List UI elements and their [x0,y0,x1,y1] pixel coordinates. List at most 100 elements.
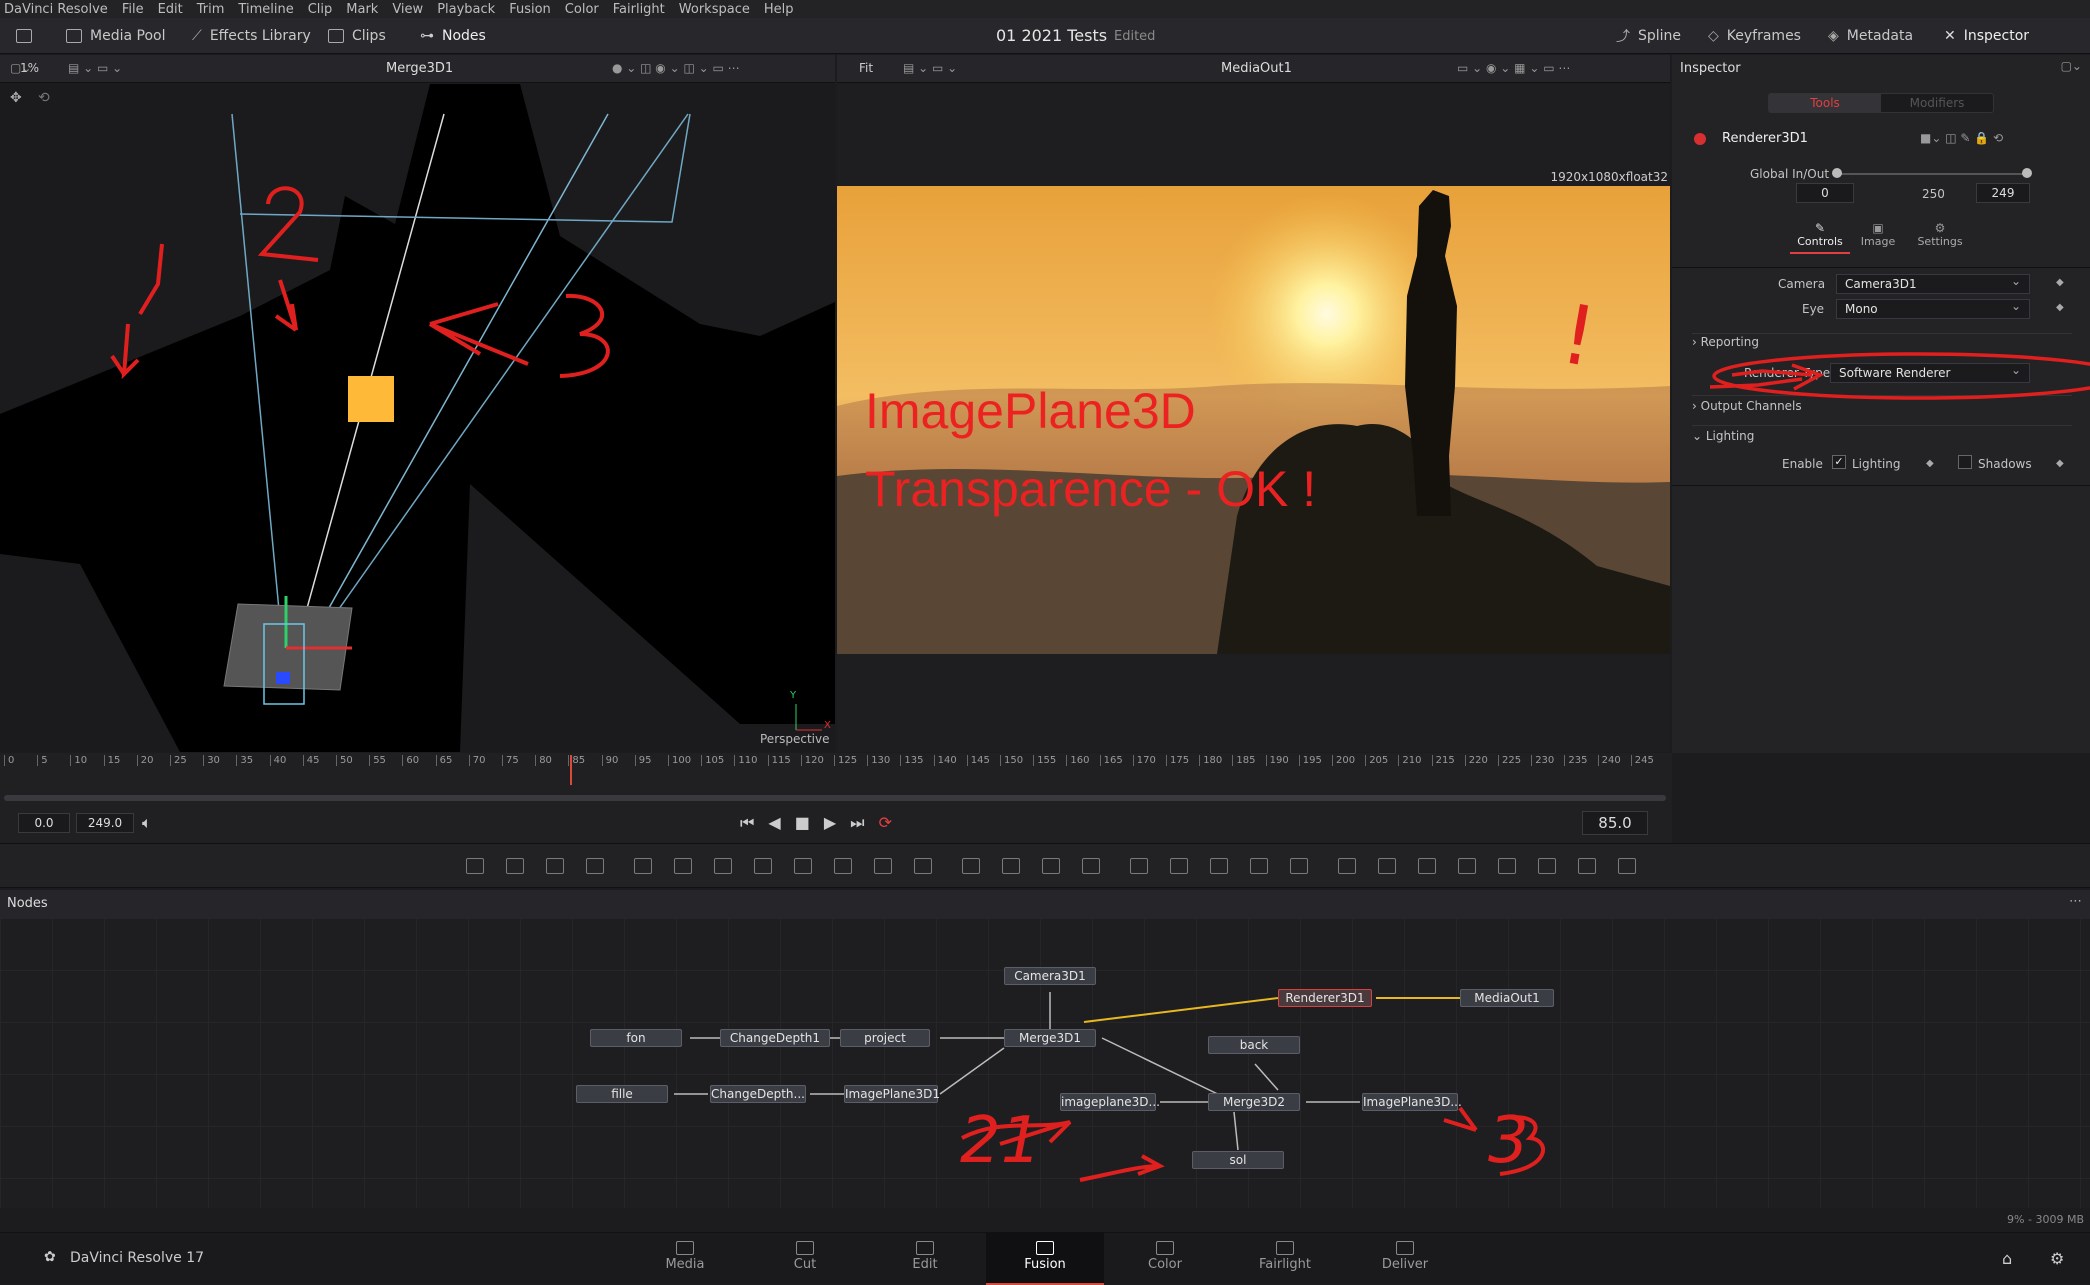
menu-workspace[interactable]: Workspace [679,2,750,17]
menu-edit[interactable]: Edit [158,2,183,17]
inspector-button[interactable]: ✕ Inspector [1944,18,2029,54]
menu-app[interactable]: DaVinci Resolve [4,2,108,17]
fusion-tool-icon[interactable] [586,858,604,874]
menu-help[interactable]: Help [764,2,794,17]
fusion-tool-icon[interactable] [1002,858,1020,874]
menu-mark[interactable]: Mark [346,2,378,17]
effects-library-button[interactable]: ⟋ Effects Library [192,18,311,54]
z-axis-gizmo[interactable] [276,672,290,684]
node-camera3d1[interactable]: Camera3D1 [1004,967,1096,985]
fusion-tool-icon[interactable] [1210,858,1228,874]
fusion-tool-icon[interactable] [1250,858,1268,874]
timeline-scrollbar[interactable] [4,795,1666,801]
tab-modifiers[interactable]: Modifiers [1881,94,1993,112]
page-color[interactable]: Color [1106,1233,1224,1285]
right-zoom[interactable]: Fit [859,61,873,75]
end-frame-field[interactable]: 249.0 [76,813,134,833]
playhead[interactable] [570,755,572,785]
shadows-keyframe-icon[interactable]: ◆ [2056,458,2064,469]
menu-trim[interactable]: Trim [197,2,225,17]
lighting-checkbox[interactable]: ✓ [1832,455,1846,469]
tab-tools[interactable]: Tools [1769,94,1881,112]
fusion-tool-icon[interactable] [1618,858,1636,874]
volume-icon[interactable]: 🔈︎ [142,813,152,833]
play-reverse-icon[interactable]: ◀ [768,813,794,832]
node-merge3d2[interactable]: Merge3D2 [1208,1093,1300,1111]
global-out-field[interactable]: 249 [1976,183,2030,203]
page-fusion[interactable]: Fusion [986,1233,1104,1285]
tab-controls[interactable]: ✎ Controls [1790,221,1850,254]
stop-icon[interactable]: ■ [795,813,824,832]
nodes-button[interactable]: ⊶ Nodes [420,18,486,54]
fusion-tool-icon[interactable] [1578,858,1596,874]
nodes-options-icon[interactable]: ⋯ [2069,894,2082,909]
fusion-tool-icon[interactable] [1338,858,1356,874]
fusion-tool-icon[interactable] [714,858,732,874]
global-range-slider[interactable] [1836,173,2028,175]
fusion-tool-icon[interactable] [794,858,812,874]
spline-button[interactable]: ⤴ Spline [1616,18,1681,54]
node-project[interactable]: project [840,1029,930,1047]
node-imageplane3d3[interactable]: ImagePlane3D... [1362,1093,1462,1111]
gear-icon[interactable]: ⚙ [2050,1249,2064,1268]
menu-playback[interactable]: Playback [437,2,495,17]
node-graph[interactable]: 21 3 fon ChangeDepth1 project Merge3D1 C… [0,918,2090,1208]
menu-view[interactable]: View [392,2,423,17]
page-edit[interactable]: Edit [866,1233,984,1285]
node-merge3d1[interactable]: Merge3D1 [1004,1029,1096,1047]
node-fille[interactable]: fille [576,1085,668,1103]
left-zoom[interactable]: 1% [20,61,39,75]
shadows-checkbox[interactable] [1958,455,1972,469]
fusion-tool-icon[interactable] [506,858,524,874]
panel-toggle-button[interactable] [16,18,32,54]
left-viewer-options-icon[interactable]: ● ⌄ ◫ ◉ ⌄ ◫ ⌄ ▭ ⋯ [612,61,740,75]
tab-image[interactable]: ▣ Image [1848,221,1908,248]
fusion-tool-icon[interactable] [962,858,980,874]
fusion-tool-icon[interactable] [674,858,692,874]
fusion-tool-icon[interactable] [874,858,892,874]
fusion-tool-icon[interactable] [1130,858,1148,874]
fusion-tool-icon[interactable] [466,858,484,874]
node-fon[interactable]: fon [590,1029,682,1047]
right-viewer[interactable]: 1920x1080xfloat32 ImagePlane3D Transpare… [837,84,1670,752]
fusion-tool-icon[interactable] [634,858,652,874]
fusion-tool-icon[interactable] [1042,858,1060,874]
right-viewer-options-icon[interactable]: ▭ ⌄ ◉ ⌄ ▦ ⌄ ▭ ⋯ [1457,61,1570,75]
node-imageplane3d2[interactable]: imageplane3D... [1060,1093,1160,1111]
fusion-tool-icon[interactable] [754,858,772,874]
fusion-tool-icon[interactable] [1458,858,1476,874]
tab-settings[interactable]: ⚙ Settings [1908,221,1972,248]
fusion-tool-icon[interactable] [1418,858,1436,874]
start-frame-field[interactable]: 0.0 [18,813,70,833]
fusion-tool-icon[interactable] [1538,858,1556,874]
node-imageplane3d1[interactable]: ImagePlane3D1 [844,1085,940,1103]
page-cut[interactable]: Cut [746,1233,864,1285]
menu-file[interactable]: File [122,2,144,17]
global-out-handle[interactable] [2022,168,2032,178]
menu-clip[interactable]: Clip [308,2,333,17]
lighting-keyframe-icon[interactable]: ◆ [1926,458,1934,469]
fusion-tool-icon[interactable] [834,858,852,874]
menu-timeline[interactable]: Timeline [238,2,293,17]
loop-icon[interactable]: ⟳ [879,813,906,832]
inspector-menu-icon[interactable]: ▢⌄ [2061,59,2082,73]
menu-fairlight[interactable]: Fairlight [613,2,665,17]
current-frame-field[interactable]: 85.0 [1582,811,1648,835]
node-changedepth1[interactable]: ChangeDepth1 [720,1029,830,1047]
metadata-button[interactable]: ◈ Metadata [1828,18,1913,54]
left-viewer[interactable]: ✥ ⟲ Y X Perspective [0,84,835,752]
play-icon[interactable]: ▶ [824,813,850,832]
fusion-tool-icon[interactable] [546,858,564,874]
fusion-tool-icon[interactable] [1082,858,1100,874]
go-to-end-icon[interactable]: ⏭ [850,813,878,832]
fusion-tool-icon[interactable] [1170,858,1188,874]
home-icon[interactable]: ⌂ [2002,1249,2012,1268]
page-deliver[interactable]: Deliver [1346,1233,1464,1285]
node-changedepth2[interactable]: ChangeDepth... [710,1085,806,1103]
fusion-tool-icon[interactable] [1378,858,1396,874]
node-header-icons[interactable]: ■⌄ ◫ ✎ 🔒 ⟲ [1920,131,2003,145]
layout-icon[interactable]: ▤ ⌄ ▭ ⌄ [68,61,122,75]
fusion-tool-icon[interactable] [914,858,932,874]
media-pool-button[interactable]: Media Pool [66,18,165,54]
node-color-dot[interactable] [1694,133,1706,145]
